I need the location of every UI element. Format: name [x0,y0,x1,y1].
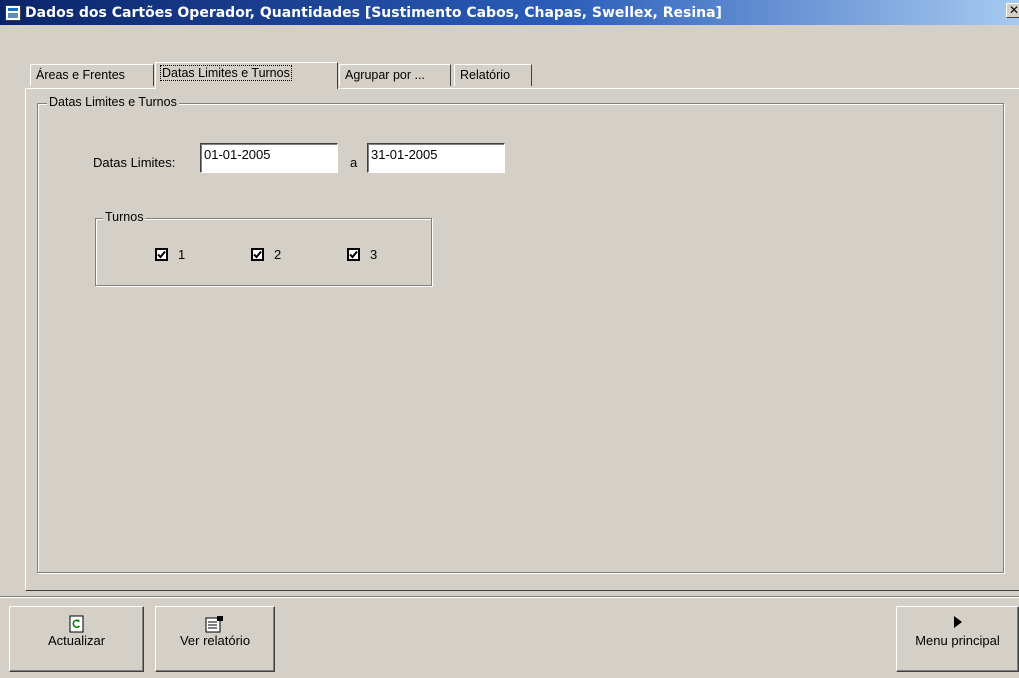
tab-agrupar-por[interactable]: Agrupar por ... [339,64,451,86]
view-report-button-label: Ver relatório [179,633,251,648]
tab-label: Datas Limites e Turnos [160,65,292,81]
shift-checkbox-3[interactable]: 3 [347,247,377,262]
shifts-title: Turnos [103,210,146,224]
shift-checkbox-2[interactable]: 2 [251,247,281,262]
checkbox-checked-icon[interactable] [251,248,264,261]
app-icon [5,4,21,21]
view-report-button[interactable]: Ver relatório [155,606,275,672]
tab-label: Agrupar por ... [345,68,425,82]
main-menu-button[interactable]: Menu principal [896,606,1019,672]
close-icon: ✕ [1008,3,1019,17]
report-icon [156,607,274,633]
refresh-button[interactable]: Actualizar [9,606,144,672]
shift-label: 3 [370,247,378,262]
window-title: Dados dos Cartões Operador, Quantidades … [25,4,722,21]
date-from-input[interactable]: 01-01-2005 [200,143,338,173]
shift-label: 1 [178,247,186,262]
shift-label: 2 [274,247,282,262]
shift-checkbox-1[interactable]: 1 [155,247,185,262]
dates-shifts-group [37,103,1004,573]
refresh-icon [10,607,143,633]
group-title: Datas Limites e Turnos [47,95,179,109]
title-bar: Dados dos Cartões Operador, Quantidades … [0,0,1019,25]
play-icon [897,607,1018,633]
dates-label: Datas Limites: [93,155,176,170]
tab-relatorio[interactable]: Relatório [454,64,532,86]
tab-datas-limites-turnos[interactable]: Datas Limites e Turnos [155,62,338,89]
refresh-button-label: Actualizar [47,633,106,648]
date-separator: a [350,155,358,170]
checkbox-checked-icon[interactable] [155,248,168,261]
close-button[interactable]: ✕ [1006,3,1019,18]
date-to-input[interactable]: 31-01-2005 [367,143,505,173]
main-menu-button-label: Menu principal [915,633,1000,648]
tab-areas-frentes[interactable]: Áreas e Frentes [30,64,154,86]
tab-label: Relatório [460,68,511,82]
bottom-separator [0,596,1019,598]
tab-label: Áreas e Frentes [36,68,125,82]
checkbox-checked-icon[interactable] [347,248,360,261]
